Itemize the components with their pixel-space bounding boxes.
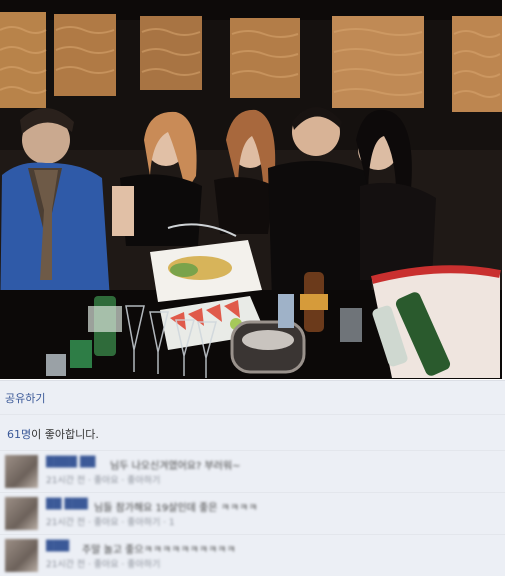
comment-text: 님들 참가해요 19살인데 좋은 ㅋㅋㅋㅋ: [94, 503, 258, 514]
comment-text: 주말 놀고 좋으ㅋㅋㅋㅋㅋㅋㅋㅋㅋㅋ: [82, 545, 236, 556]
comment-author[interactable]: ███: [46, 541, 69, 552]
likes-count-link[interactable]: 61명: [7, 428, 31, 441]
comments-list: ████ ██ 님두 나오신겨였어요? 부러워~ 21시간 전 · 좋아요 · …: [0, 450, 505, 576]
comment-meta: 21시간 전 · 좋아요 · 좋아하기: [46, 476, 161, 486]
likes-summary: 61명이 좋아합니다.: [7, 426, 99, 442]
party-photo-image: [0, 0, 502, 379]
avatar[interactable]: [5, 539, 38, 572]
avatar[interactable]: [5, 455, 38, 488]
avatar[interactable]: [5, 497, 38, 530]
likes-row: 61명이 좋아합니다.: [0, 414, 505, 451]
comment-item: ██ ███ 님들 참가해요 19살인데 좋은 ㅋㅋㅋㅋ 21시간 전 · 좋아…: [0, 492, 505, 533]
comment-text: 님두 나오신겨였어요? 부러워~: [110, 461, 241, 472]
comment-item: ███ 주말 놀고 좋으ㅋㅋㅋㅋㅋㅋㅋㅋㅋㅋ 21시간 전 · 좋아요 · 좋아…: [0, 534, 505, 575]
comment-author[interactable]: ██ ███: [46, 499, 88, 510]
comment-meta: 21시간 전 · 좋아요 · 좋아하기 · 1: [46, 518, 175, 528]
share-row: 공유하기: [0, 380, 505, 415]
post-photo[interactable]: [0, 0, 502, 379]
comment-meta: 21시간 전 · 좋아요 · 좋아하기: [46, 560, 161, 570]
comment-author[interactable]: ████ ██: [46, 457, 95, 468]
comment-item: ████ ██ 님두 나오신겨였어요? 부러워~ 21시간 전 · 좋아요 · …: [0, 450, 505, 491]
likes-suffix: 이 좋아합니다.: [31, 428, 99, 441]
share-link[interactable]: 공유하기: [5, 390, 45, 406]
